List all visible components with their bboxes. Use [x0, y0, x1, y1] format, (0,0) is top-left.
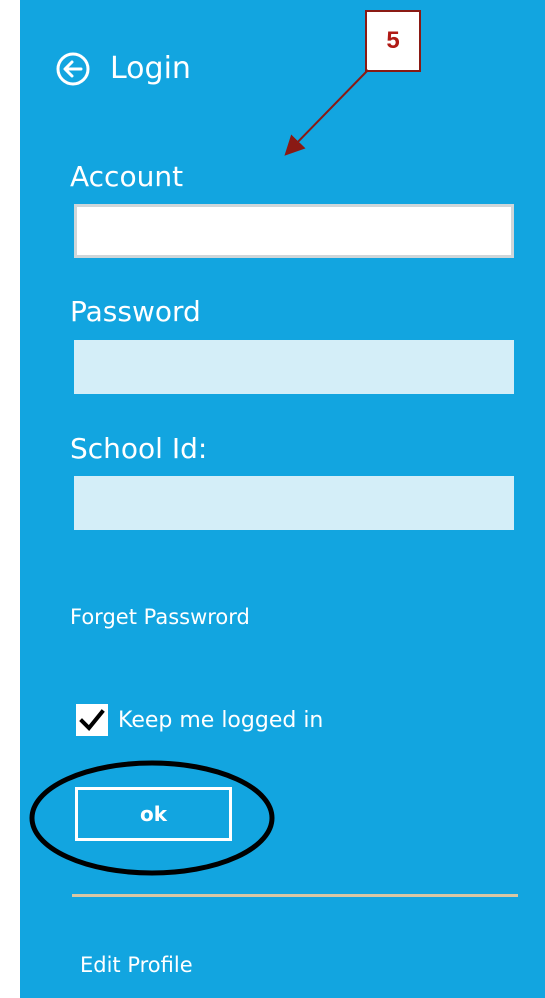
divider: [72, 894, 518, 897]
password-input[interactable]: [74, 340, 514, 394]
checkmark-icon: [79, 709, 105, 731]
school-id-label: School Id:: [70, 432, 208, 465]
edit-profile-link[interactable]: Edit Profile: [80, 952, 193, 978]
keep-logged-in[interactable]: Keep me logged in: [76, 704, 323, 736]
login-panel: Login Account Password School Id: Forget…: [20, 0, 545, 998]
forgot-password-link[interactable]: Forget Passwrord: [70, 604, 250, 630]
header: Login: [56, 52, 191, 86]
back-arrow-circle-icon[interactable]: [56, 52, 90, 86]
password-label: Password: [70, 295, 201, 328]
keep-logged-in-label: Keep me logged in: [118, 707, 324, 733]
page-title: Login: [110, 51, 191, 86]
keep-logged-in-checkbox[interactable]: [76, 704, 108, 736]
account-input[interactable]: [74, 204, 514, 258]
school-id-input[interactable]: [74, 476, 514, 530]
annotation-number-box: 5: [365, 10, 421, 72]
account-label: Account: [70, 160, 184, 193]
ok-button[interactable]: ok: [75, 787, 232, 841]
